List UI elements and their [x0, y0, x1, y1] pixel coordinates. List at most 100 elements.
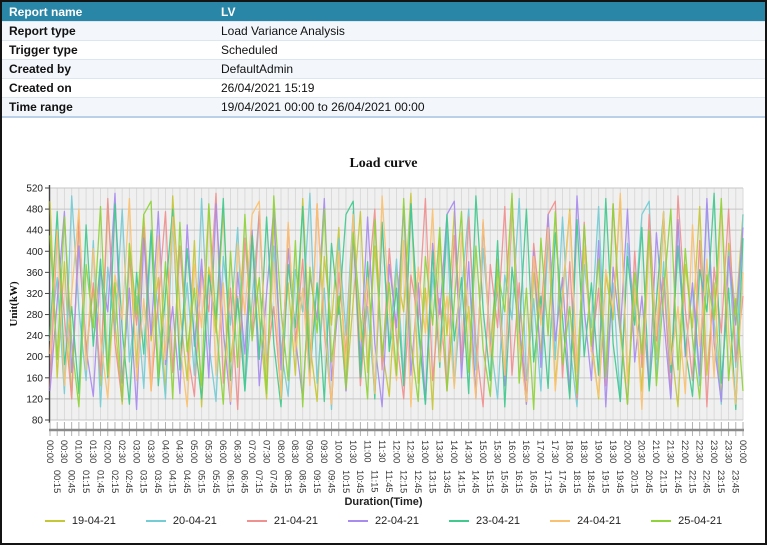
svg-text:18:00: 18:00: [565, 440, 575, 463]
svg-text:10:30: 10:30: [348, 440, 358, 463]
row-label: Report name: [2, 5, 221, 19]
svg-text:17:00: 17:00: [536, 440, 546, 463]
svg-text:07:45: 07:45: [269, 470, 279, 493]
legend-item: 20-04-21: [146, 515, 217, 527]
svg-text:22:30: 22:30: [694, 440, 704, 463]
legend-item: 25-04-21: [651, 515, 722, 527]
svg-text:11:00: 11:00: [362, 440, 372, 463]
chart-legend: 19-04-21 20-04-21 21-04-21 22-04-21 23-0…: [2, 515, 765, 527]
y-axis: 80120160200240280320360400440480520Unit(…: [8, 184, 50, 427]
svg-text:13:45: 13:45: [442, 470, 452, 493]
svg-text:19:15: 19:15: [601, 470, 611, 493]
row-value: Load Variance Analysis: [221, 24, 345, 38]
row-value: Scheduled: [221, 43, 278, 57]
legend-label: 25-04-21: [678, 515, 722, 527]
svg-text:19:45: 19:45: [615, 470, 625, 493]
svg-text:10:00: 10:00: [334, 440, 344, 463]
svg-text:320: 320: [26, 289, 43, 300]
svg-text:12:45: 12:45: [413, 470, 423, 493]
svg-text:16:15: 16:15: [514, 470, 524, 493]
svg-text:17:30: 17:30: [550, 440, 560, 463]
legend-line-swatch: [651, 520, 671, 522]
svg-text:17:15: 17:15: [543, 470, 553, 493]
x-axis-title: Duration(Time): [2, 496, 765, 508]
svg-text:19:30: 19:30: [608, 440, 618, 463]
legend-item: 22-04-21: [348, 515, 419, 527]
svg-text:14:15: 14:15: [456, 470, 466, 493]
svg-text:08:15: 08:15: [283, 470, 293, 493]
table-row: Trigger type Scheduled: [2, 40, 765, 59]
svg-text:14:45: 14:45: [471, 470, 481, 493]
legend-label: 21-04-21: [274, 515, 318, 527]
svg-text:06:15: 06:15: [225, 470, 235, 493]
legend-item: 21-04-21: [247, 515, 318, 527]
svg-text:20:30: 20:30: [637, 440, 647, 463]
svg-text:07:00: 07:00: [247, 440, 257, 463]
svg-text:18:15: 18:15: [572, 470, 582, 493]
svg-text:04:45: 04:45: [182, 470, 192, 493]
svg-text:23:30: 23:30: [723, 440, 733, 463]
legend-label: 23-04-21: [476, 515, 520, 527]
svg-text:16:30: 16:30: [521, 440, 531, 463]
svg-text:23:00: 23:00: [709, 440, 719, 463]
svg-text:00:00: 00:00: [45, 440, 55, 463]
svg-text:23:15: 23:15: [716, 470, 726, 493]
legend-label: 24-04-21: [577, 515, 621, 527]
legend-label: 19-04-21: [72, 515, 116, 527]
row-label: Created by: [2, 62, 221, 76]
svg-text:09:15: 09:15: [312, 470, 322, 493]
svg-text:21:15: 21:15: [658, 470, 668, 493]
legend-line-swatch: [550, 520, 570, 522]
svg-text:01:15: 01:15: [81, 470, 91, 493]
svg-text:12:30: 12:30: [406, 440, 416, 463]
row-value: LV: [221, 5, 235, 19]
svg-text:14:30: 14:30: [463, 440, 473, 463]
svg-text:00:45: 00:45: [66, 470, 76, 493]
svg-text:80: 80: [32, 416, 44, 427]
legend-label: 20-04-21: [173, 515, 217, 527]
row-value: 26/04/2021 15:19: [221, 81, 314, 95]
report-table-header: Report name LV: [2, 2, 765, 21]
svg-text:08:30: 08:30: [290, 440, 300, 463]
svg-text:240: 240: [26, 331, 43, 342]
svg-text:20:00: 20:00: [622, 440, 632, 463]
svg-text:02:45: 02:45: [124, 470, 134, 493]
svg-text:22:00: 22:00: [680, 440, 690, 463]
svg-text:03:45: 03:45: [153, 470, 163, 493]
svg-text:10:15: 10:15: [341, 470, 351, 493]
svg-text:400: 400: [26, 247, 43, 258]
row-value: DefaultAdmin: [221, 62, 293, 76]
svg-text:21:00: 21:00: [651, 440, 661, 463]
svg-text:10:45: 10:45: [355, 470, 365, 493]
svg-text:12:00: 12:00: [391, 440, 401, 463]
svg-text:09:30: 09:30: [319, 440, 329, 463]
svg-text:00:00: 00:00: [738, 440, 748, 463]
table-row: Time range 19/04/2021 00:00 to 26/04/202…: [2, 97, 765, 116]
svg-text:21:45: 21:45: [673, 470, 683, 493]
svg-text:18:30: 18:30: [579, 440, 589, 463]
svg-text:12:15: 12:15: [399, 470, 409, 493]
svg-text:00:30: 00:30: [59, 440, 69, 463]
svg-text:02:15: 02:15: [110, 470, 120, 493]
svg-text:13:30: 13:30: [435, 440, 445, 463]
svg-text:05:15: 05:15: [196, 470, 206, 493]
svg-text:05:30: 05:30: [204, 440, 214, 463]
report-view: Report name LV Report type Load Variance…: [0, 0, 767, 545]
row-label: Time range: [2, 100, 221, 114]
table-row: Report type Load Variance Analysis: [2, 21, 765, 40]
svg-text:18:45: 18:45: [586, 470, 596, 493]
legend-line-swatch: [146, 520, 166, 522]
legend-item: 23-04-21: [449, 515, 520, 527]
svg-text:19:00: 19:00: [593, 440, 603, 463]
legend-line-swatch: [348, 520, 368, 522]
row-label: Created on: [2, 81, 221, 95]
svg-text:440: 440: [26, 226, 43, 237]
table-row: Created by DefaultAdmin: [2, 59, 765, 78]
svg-text:01:45: 01:45: [95, 470, 105, 493]
x-axis: 00:0000:1500:3000:4501:0001:1501:3001:45…: [45, 422, 748, 493]
svg-text:14:00: 14:00: [449, 440, 459, 463]
svg-text:520: 520: [26, 184, 43, 195]
row-value: 19/04/2021 00:00 to 26/04/2021 00:00: [221, 100, 425, 114]
svg-text:21:30: 21:30: [666, 440, 676, 463]
report-info-table: Report name LV Report type Load Variance…: [2, 2, 765, 118]
